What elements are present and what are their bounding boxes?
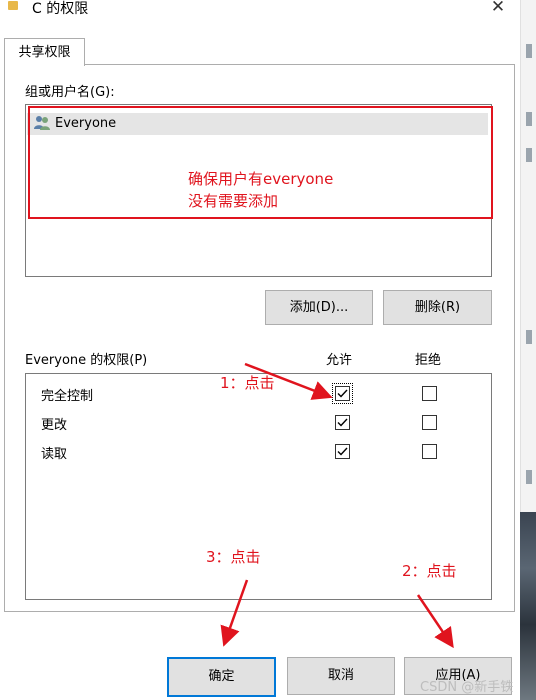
arrow-step2 <box>416 594 454 649</box>
arrow-step1 <box>244 362 333 400</box>
watermark: CSDN @新手铁 <box>420 680 514 695</box>
annotation-arrows <box>220 362 454 649</box>
tab-label: 共享权限 <box>18 45 71 60</box>
arrow-step3 <box>220 579 249 647</box>
tab-share-permissions[interactable]: 共享权限 <box>4 38 85 66</box>
